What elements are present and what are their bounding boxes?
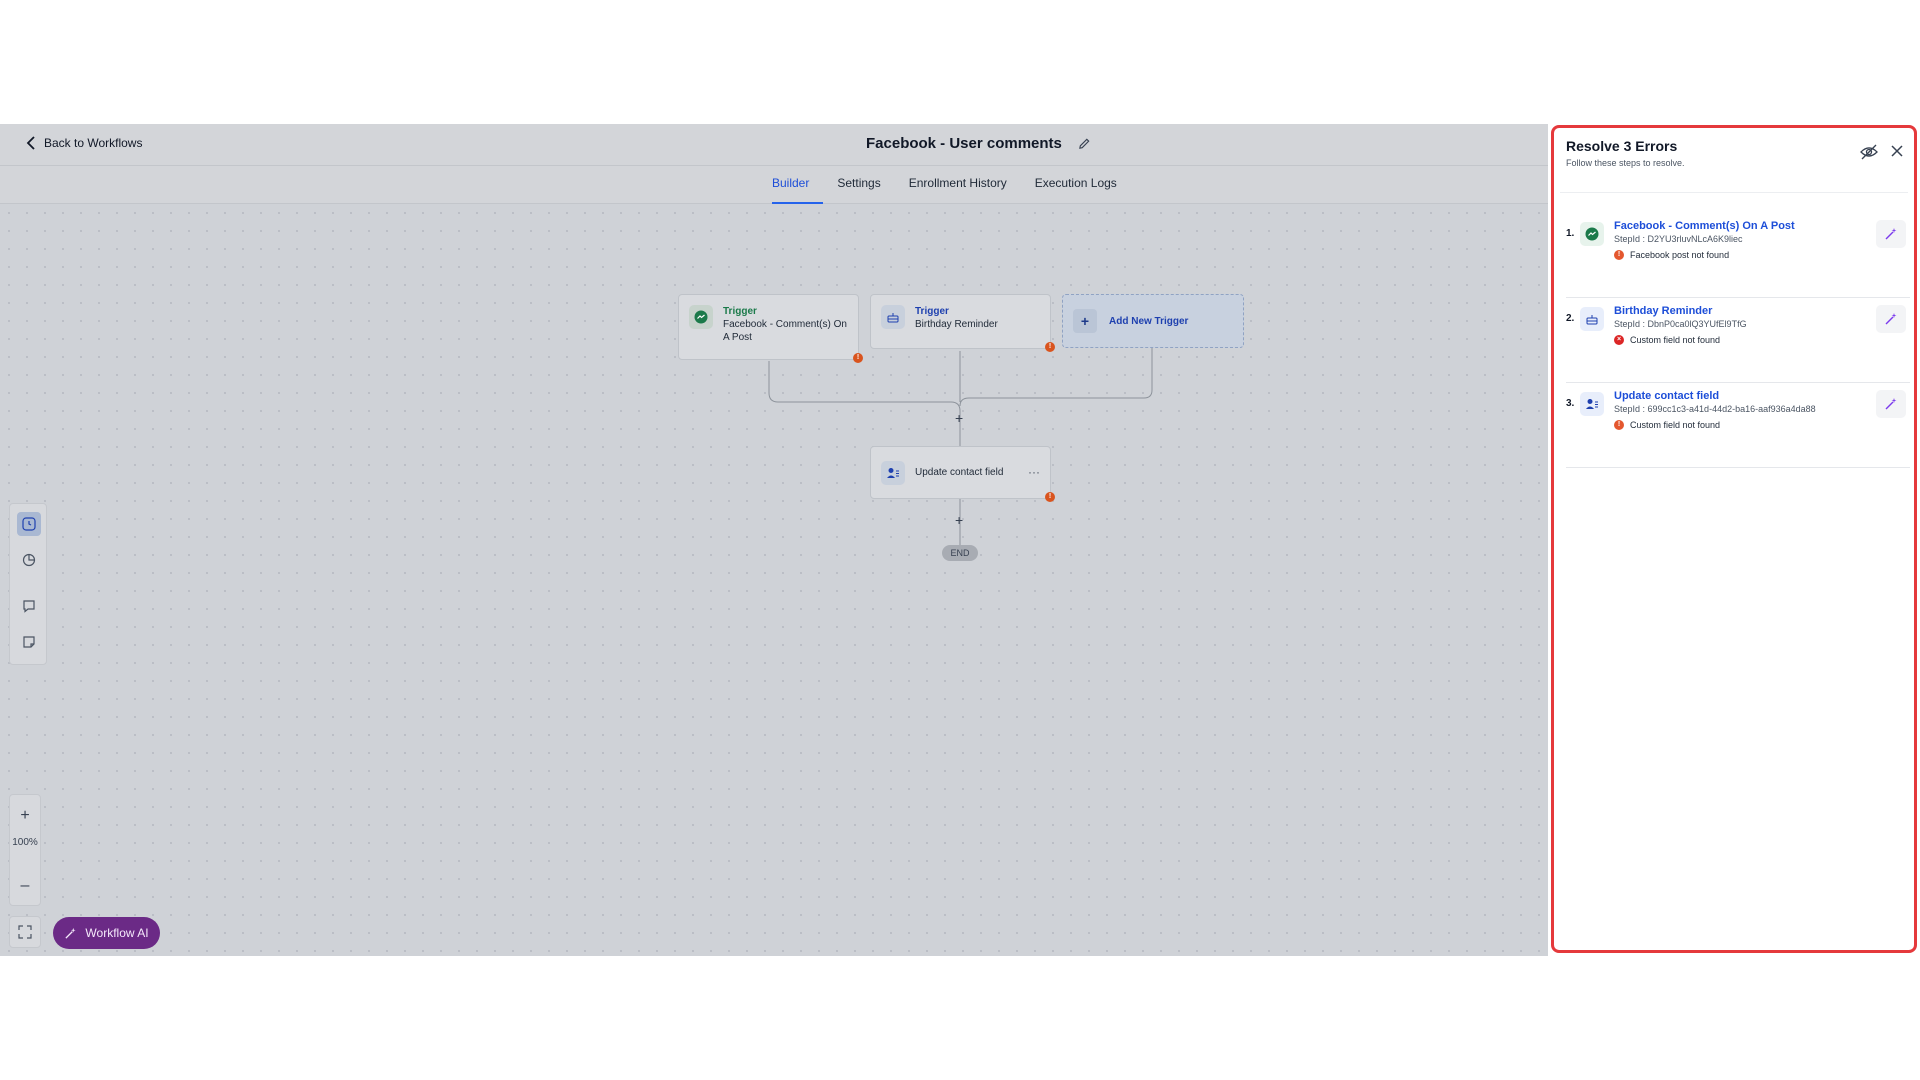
zoom-controls: + 100% – — [9, 794, 41, 906]
error-step-id: StepId : DbnP0ca0lQ3YUfEl9TfG — [1614, 319, 1747, 329]
workflow-builder-app: Back to Workflows Facebook - User commen… — [0, 124, 1920, 956]
panel-subtitle: Follow these steps to resolve. — [1566, 158, 1685, 168]
error-message-text: Custom field not found — [1630, 420, 1721, 430]
warning-icon: ! — [1614, 420, 1624, 430]
panel-header-divider — [1560, 192, 1908, 193]
error-number: 1. — [1566, 228, 1575, 239]
action-node-update-contact[interactable]: Update contact field ··· ! — [870, 446, 1055, 502]
tabs-bar: Builder Settings Enrollment History Exec… — [0, 166, 1548, 204]
error-number: 2. — [1566, 313, 1575, 324]
error-step-name-link[interactable]: Facebook - Comment(s) On A Post — [1614, 220, 1795, 232]
tab-enrollment-history[interactable]: Enrollment History — [895, 166, 1021, 204]
ai-fix-button[interactable] — [1876, 220, 1906, 248]
workflow-title: Facebook - User comments — [866, 135, 1091, 152]
error-message: ! Custom field not found — [1614, 420, 1720, 430]
select-tool-icon[interactable] — [17, 512, 41, 536]
builder-main-area: Back to Workflows Facebook - User commen… — [0, 124, 1548, 956]
zoom-in-button[interactable]: + — [10, 801, 40, 831]
close-icon[interactable] — [1890, 144, 1904, 158]
error-list-item: 1. Facebook - Comment(s) On A Post StepI… — [1566, 214, 1910, 298]
sparkle-wand-icon — [1885, 313, 1897, 325]
workflow-ai-button[interactable]: Workflow AI — [53, 917, 160, 949]
add-step-plus[interactable]: + — [955, 512, 963, 528]
trigger-node-birthday[interactable]: Trigger Birthday Reminder ! — [870, 294, 1055, 352]
error-step-id: StepId : 699cc1c3-a41d-44d2-ba16-aaf936a… — [1614, 404, 1816, 414]
trigger-node-facebook[interactable]: Trigger Facebook - Comment(s) On A Post … — [678, 294, 863, 363]
back-to-workflows-link[interactable]: Back to Workflows — [26, 136, 142, 150]
resolve-errors-panel: Resolve 3 Errors Follow these steps to r… — [1548, 124, 1920, 956]
note-tool-icon[interactable] — [17, 630, 41, 654]
hide-eye-icon[interactable] — [1860, 144, 1878, 160]
trigger-node-text: Trigger Facebook - Comment(s) On A Post — [723, 305, 848, 344]
chevron-left-icon — [26, 136, 35, 150]
facebook-messenger-icon — [689, 305, 713, 329]
end-node: END — [942, 545, 978, 561]
node-error-indicator: ! — [853, 353, 863, 363]
cake-icon — [881, 305, 905, 329]
zoom-out-button[interactable]: – — [10, 871, 40, 901]
back-label: Back to Workflows — [44, 136, 143, 150]
sparkle-wand-icon — [65, 927, 77, 939]
warning-icon: ! — [1614, 250, 1624, 260]
error-list-item: 3. Update contact field StepId : 699cc1c… — [1566, 384, 1910, 468]
sparkle-wand-icon — [1885, 228, 1897, 240]
action-name: Update contact field — [915, 467, 1004, 478]
trigger-kind-label: Trigger — [723, 306, 757, 317]
fit-to-screen-icon[interactable] — [9, 916, 41, 948]
comment-tool-icon[interactable] — [17, 594, 41, 618]
add-step-plus[interactable]: + — [955, 410, 963, 426]
error-message-text: Custom field not found — [1630, 335, 1721, 345]
contact-update-icon — [881, 460, 905, 485]
error-number: 3. — [1566, 398, 1575, 409]
tab-settings[interactable]: Settings — [823, 166, 894, 204]
edit-pencil-icon[interactable] — [1078, 137, 1091, 150]
tab-execution-logs[interactable]: Execution Logs — [1021, 166, 1131, 204]
action-menu-icon[interactable]: ··· — [1028, 466, 1040, 479]
contact-update-icon — [1580, 392, 1604, 416]
ai-fix-button[interactable] — [1876, 305, 1906, 333]
workflow-title-text: Facebook - User comments — [866, 135, 1062, 152]
sparkle-wand-icon — [1885, 398, 1897, 410]
add-new-trigger-button[interactable]: + Add New Trigger — [1062, 294, 1244, 348]
trigger-name: Facebook - Comment(s) On A Post — [723, 319, 847, 343]
zoom-level: 100% — [12, 837, 38, 848]
error-message-text: Facebook post not found — [1630, 250, 1730, 260]
plus-icon: + — [1073, 309, 1097, 333]
history-tool-icon[interactable] — [17, 548, 41, 572]
facebook-messenger-icon — [1580, 222, 1604, 246]
trigger-node-text: Trigger Birthday Reminder — [915, 305, 998, 331]
error-step-name-link[interactable]: Update contact field — [1614, 390, 1719, 402]
cake-icon — [1580, 307, 1604, 331]
trigger-name: Birthday Reminder — [915, 319, 998, 330]
error-message: × Custom field not found — [1614, 335, 1720, 345]
error-list-item: 2. Birthday Reminder StepId : DbnP0ca0lQ… — [1566, 299, 1910, 383]
add-trigger-label: Add New Trigger — [1109, 315, 1189, 327]
panel-title: Resolve 3 Errors — [1566, 138, 1678, 154]
error-x-icon: × — [1614, 335, 1624, 345]
trigger-kind-label: Trigger — [915, 306, 949, 317]
node-error-indicator: ! — [1045, 492, 1055, 502]
error-step-name-link[interactable]: Birthday Reminder — [1614, 305, 1712, 317]
node-error-indicator: ! — [1045, 342, 1055, 352]
workflow-tabs: Builder Settings Enrollment History Exec… — [772, 166, 1131, 204]
tab-builder[interactable]: Builder — [772, 166, 824, 204]
canvas-tool-bar — [9, 503, 47, 665]
top-bar: Back to Workflows Facebook - User commen… — [0, 124, 1548, 166]
ai-fix-button[interactable] — [1876, 390, 1906, 418]
workflow-ai-label: Workflow AI — [85, 926, 149, 940]
error-message: ! Facebook post not found — [1614, 250, 1729, 260]
error-step-id: StepId : D2YU3rluvNLcA6K9liec — [1614, 234, 1743, 244]
